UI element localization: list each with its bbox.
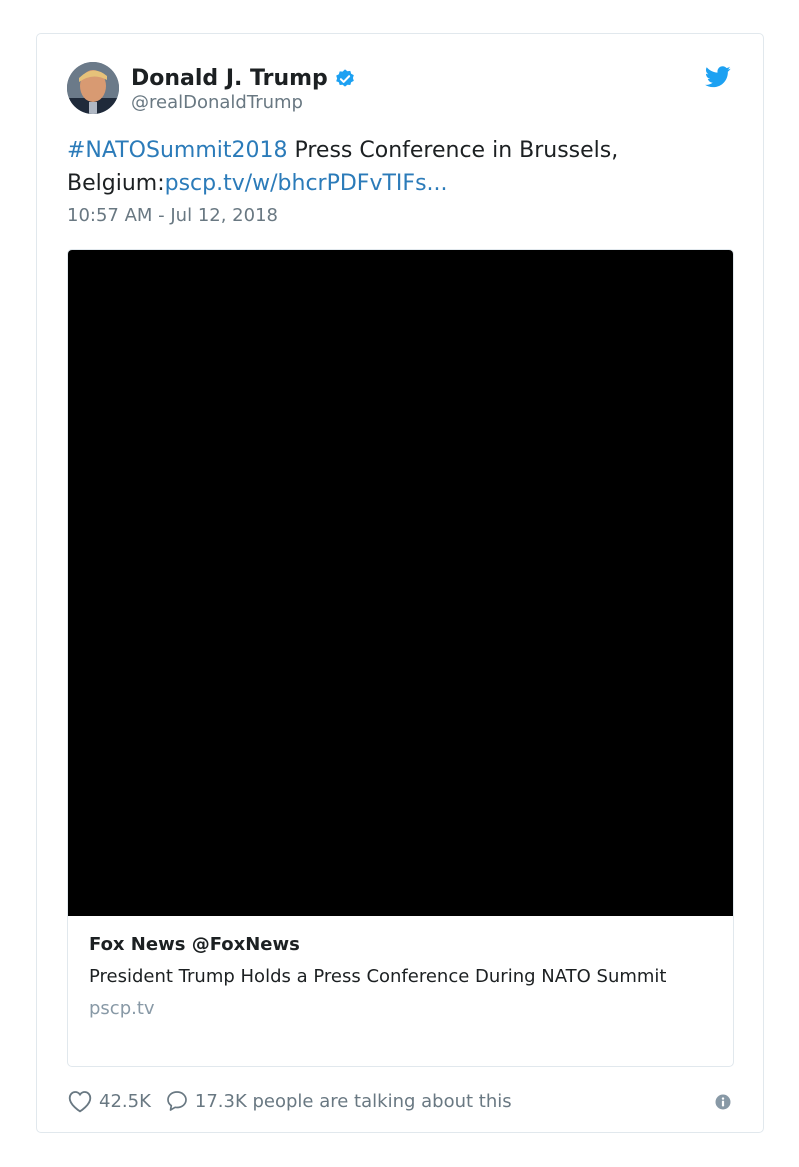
info-icon[interactable]	[715, 1094, 731, 1110]
author-names: Donald J. Trump @realDonaldTrump	[131, 65, 356, 115]
tweet-actions: 42.5K 17.3K people are talking about thi…	[67, 1086, 733, 1116]
replies-text: 17.3K people are talking about this	[194, 1090, 512, 1112]
avatar[interactable]	[67, 62, 119, 114]
likes-count: 42.5K	[99, 1090, 151, 1112]
tweet-embed-card: Donald J. Trump @realDonaldTrump #NATOSu…	[36, 33, 764, 1133]
tweet-text-part: Press Conference in Brussels,	[287, 138, 619, 163]
hashtag-link[interactable]: #NATOSummit2018	[67, 138, 287, 163]
media-domain: pscp.tv	[89, 998, 155, 1019]
speech-bubble-icon	[167, 1091, 187, 1111]
media-source: Fox News @FoxNews	[89, 934, 300, 955]
media-card[interactable]: Fox News @FoxNews President Trump Holds …	[67, 249, 734, 1067]
like-button[interactable]: 42.5K	[67, 1089, 165, 1113]
reply-button[interactable]: 17.3K people are talking about this	[165, 1089, 512, 1113]
tweet-link[interactable]: pscp.tv/w/bhcrPDFvTIFs...	[165, 171, 448, 196]
heart-icon	[68, 1091, 92, 1113]
media-info: Fox News @FoxNews President Trump Holds …	[89, 932, 712, 1022]
video-media[interactable]	[68, 250, 733, 916]
media-title: President Trump Holds a Press Conference…	[89, 966, 667, 987]
tweet-text: #NATOSummit2018 Press Conference in Brus…	[67, 134, 707, 200]
tweet-header: Donald J. Trump @realDonaldTrump	[67, 62, 733, 118]
verified-badge-icon	[334, 68, 356, 90]
tweet-timestamp[interactable]: 10:57 AM - Jul 12, 2018	[67, 205, 278, 226]
author-handle[interactable]: @realDonaldTrump	[131, 91, 356, 115]
author-display-name[interactable]: Donald J. Trump	[131, 65, 328, 93]
tweet-text-line2: Belgium:	[67, 171, 165, 196]
twitter-bird-icon[interactable]	[705, 66, 731, 88]
